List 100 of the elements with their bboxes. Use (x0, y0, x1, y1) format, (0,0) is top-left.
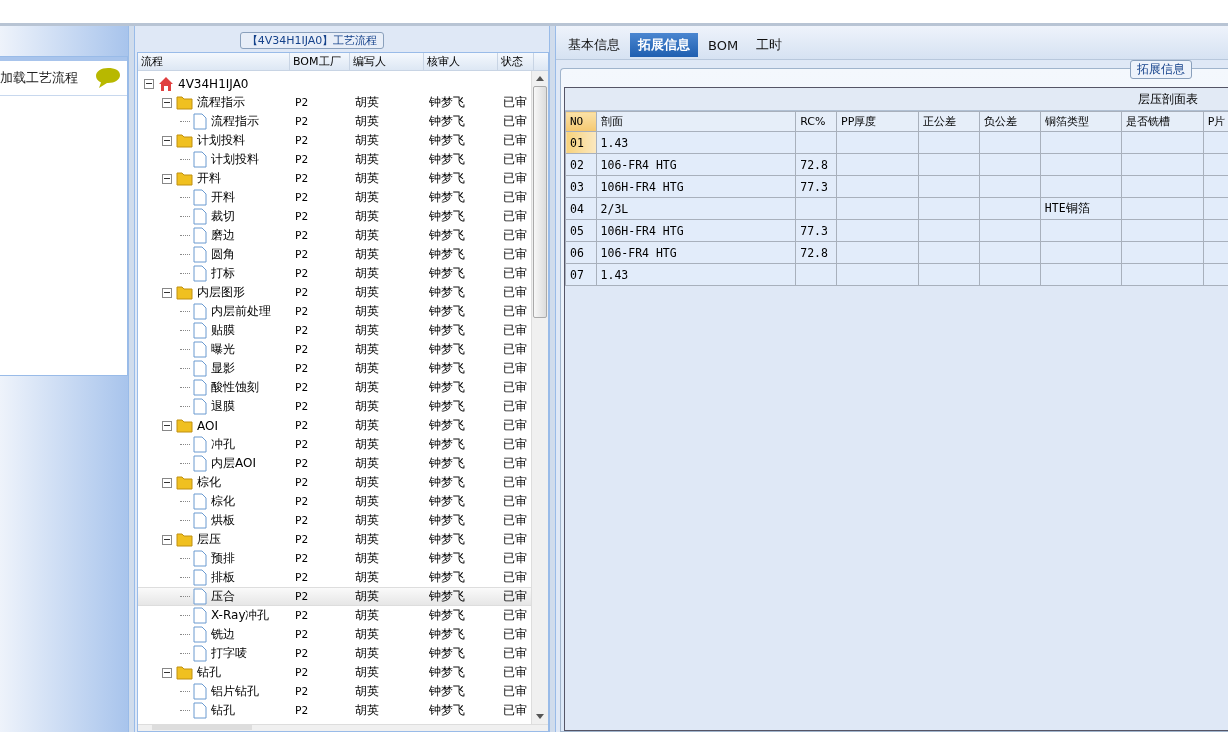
splitter-handle[interactable] (549, 26, 556, 732)
table-cell-text: 钟梦飞 (428, 512, 466, 529)
row-number[interactable]: 07 (565, 263, 597, 286)
table-cell-text: 钟梦飞 (428, 664, 466, 681)
tree-row[interactable]: 开料 P2 胡英 钟梦飞 已审 (138, 188, 531, 207)
row-number[interactable]: 03 (565, 175, 597, 198)
load-flow-link[interactable]: 加载工艺流程 (0, 69, 78, 87)
folder-icon (176, 532, 193, 547)
collapse-toggle-icon[interactable] (162, 420, 172, 431)
selected-tree-row[interactable]: 压合 P2 胡英 钟梦飞 已审 (138, 587, 531, 606)
collapse-toggle-icon[interactable] (162, 477, 172, 488)
tree-row[interactable]: 内层前处理 P2 胡英 钟梦飞 已审 (138, 302, 531, 321)
tree-row[interactable]: 酸性蚀刻 P2 胡英 钟梦飞 已审 (138, 378, 531, 397)
document-icon (193, 493, 207, 510)
collapse-toggle-icon[interactable] (162, 135, 172, 146)
column-header[interactable]: 流程 (138, 53, 290, 70)
tree-row[interactable]: 流程指示 P2 胡英 钟梦飞 已审 (138, 112, 531, 131)
tree-row[interactable]: 裁切 P2 胡英 钟梦飞 已审 (138, 207, 531, 226)
column-header[interactable]: 是否铣槽 (1121, 111, 1204, 132)
tree-row[interactable]: 排板 P2 胡英 钟梦飞 已审 (138, 568, 531, 587)
tree-row[interactable]: 显影 P2 胡英 钟梦飞 已审 (138, 359, 531, 378)
tree-row[interactable]: 流程指示 P2 胡英 钟梦飞 已审 (138, 93, 531, 112)
tree-row[interactable]: 烘板 P2 胡英 钟梦飞 已审 (138, 511, 531, 530)
table-cell-text: 胡英 (354, 645, 380, 662)
tree-row[interactable]: 预排 P2 胡英 钟梦飞 已审 (138, 549, 531, 568)
tree-row[interactable]: 铝片钻孔 P2 胡英 钟梦飞 已审 (138, 682, 531, 701)
document-icon (193, 645, 207, 662)
tree-row[interactable]: AOI P2 胡英 钟梦飞 已审 (138, 416, 531, 435)
tree-row[interactable]: 4V34H1IJA0 (138, 74, 531, 93)
step-name: 棕化 (211, 493, 235, 510)
vertical-scrollbar[interactable] (531, 71, 548, 724)
tree-row[interactable]: 层压 P2 胡英 钟梦飞 已审 (138, 530, 531, 549)
step-name: 流程指示 (197, 94, 245, 111)
tree-row[interactable]: 铣边 P2 胡英 钟梦飞 已审 (138, 625, 531, 644)
column-header[interactable]: NO (565, 111, 597, 132)
tree-row[interactable]: X-Ray冲孔 P2 胡英 钟梦飞 已审 (138, 606, 531, 625)
collapse-toggle-icon[interactable] (162, 667, 172, 678)
tab[interactable]: 拓展信息 (630, 33, 698, 57)
collapse-toggle-icon[interactable] (162, 97, 172, 108)
tree-row[interactable]: 贴膜 P2 胡英 钟梦飞 已审 (138, 321, 531, 340)
tree-row[interactable]: 钻孔 P2 胡英 钟梦飞 已审 (138, 701, 531, 720)
column-header[interactable]: 正公差 (918, 111, 980, 132)
tab[interactable]: BOM (700, 33, 747, 57)
collapse-toggle-icon[interactable] (144, 78, 154, 89)
row-number[interactable]: 01 (565, 131, 597, 154)
row-number[interactable]: 04 (565, 197, 597, 220)
table-cell-text: 已审 (502, 417, 528, 434)
column-header[interactable]: 负公差 (979, 111, 1041, 132)
tree-row[interactable]: 内层图形 P2 胡英 钟梦飞 已审 (138, 283, 531, 302)
row-number[interactable]: 06 (565, 241, 597, 264)
table-cell-text: 钟梦飞 (428, 113, 466, 130)
column-header[interactable]: RC% (795, 111, 837, 132)
table-cell-text: 已审 (502, 132, 528, 149)
tree-row[interactable]: 棕化 P2 胡英 钟梦飞 已审 (138, 492, 531, 511)
tab[interactable]: 工时 (748, 33, 791, 57)
column-header[interactable]: 状态 (498, 53, 534, 70)
step-name: 压合 (211, 588, 235, 605)
column-header[interactable]: 编写人 (350, 53, 424, 70)
column-header[interactable]: BOM工厂 (290, 53, 350, 70)
row-number[interactable]: 05 (565, 219, 597, 242)
tree-row[interactable]: 圆角 P2 胡英 钟梦飞 已审 (138, 245, 531, 264)
splitter-handle[interactable] (128, 26, 135, 732)
tree-row[interactable]: 计划投料 P2 胡英 钟梦飞 已审 (138, 150, 531, 169)
tree-row[interactable]: 冲孔 P2 胡英 钟梦飞 已审 (138, 435, 531, 454)
table-cell-text: 胡英 (354, 322, 380, 339)
collapse-toggle-icon[interactable] (162, 173, 172, 184)
column-header[interactable]: PP厚度 (836, 111, 919, 132)
table-cell-text: 已审 (502, 379, 528, 396)
horizontal-scrollbar[interactable] (138, 724, 548, 731)
column-header[interactable]: 铜箔类型 (1040, 111, 1122, 132)
tree-row[interactable]: 磨边 P2 胡英 钟梦飞 已审 (138, 226, 531, 245)
table-cell-text: 已审 (502, 645, 528, 662)
tree-row[interactable]: 计划投料 P2 胡英 钟梦飞 已审 (138, 131, 531, 150)
table-cell-text: 胡英 (354, 208, 380, 225)
table-cell-text: 钟梦飞 (428, 284, 466, 301)
column-header[interactable]: 剖面 (596, 111, 796, 132)
tree-row[interactable]: 钻孔 P2 胡英 钟梦飞 已审 (138, 663, 531, 682)
step-name: X-Ray冲孔 (211, 607, 270, 624)
tree-row[interactable]: 打字唛 P2 胡英 钟梦飞 已审 (138, 644, 531, 663)
tree-row[interactable]: 开料 P2 胡英 钟梦飞 已审 (138, 169, 531, 188)
table-cell-text: 已审 (502, 455, 528, 472)
table-cell-text: 已审 (502, 664, 528, 681)
column-header[interactable]: P片 (1203, 111, 1228, 132)
collapse-toggle-icon[interactable] (162, 534, 172, 545)
tab[interactable]: 基本信息 (560, 33, 628, 57)
tree-row[interactable]: 棕化 P2 胡英 钟梦飞 已审 (138, 473, 531, 492)
tree-row[interactable]: 内层AOI P2 胡英 钟梦飞 已审 (138, 454, 531, 473)
table-cell-text: 钟梦飞 (428, 303, 466, 320)
step-name: 贴膜 (211, 322, 235, 339)
table-cell-text: P2 (294, 628, 310, 641)
step-name: 冲孔 (211, 436, 235, 453)
tree-row[interactable]: 打标 P2 胡英 钟梦飞 已审 (138, 264, 531, 283)
tree-row[interactable]: 曝光 P2 胡英 钟梦飞 已审 (138, 340, 531, 359)
collapse-toggle-icon[interactable] (162, 287, 172, 298)
row-number[interactable]: 02 (565, 153, 597, 176)
table-cell-text: 胡英 (354, 607, 380, 624)
tree-row[interactable]: 退膜 P2 胡英 钟梦飞 已审 (138, 397, 531, 416)
table-cell-text: 已审 (502, 113, 528, 130)
table-cell-text: P2 (294, 191, 310, 204)
column-header[interactable]: 核审人 (424, 53, 498, 70)
